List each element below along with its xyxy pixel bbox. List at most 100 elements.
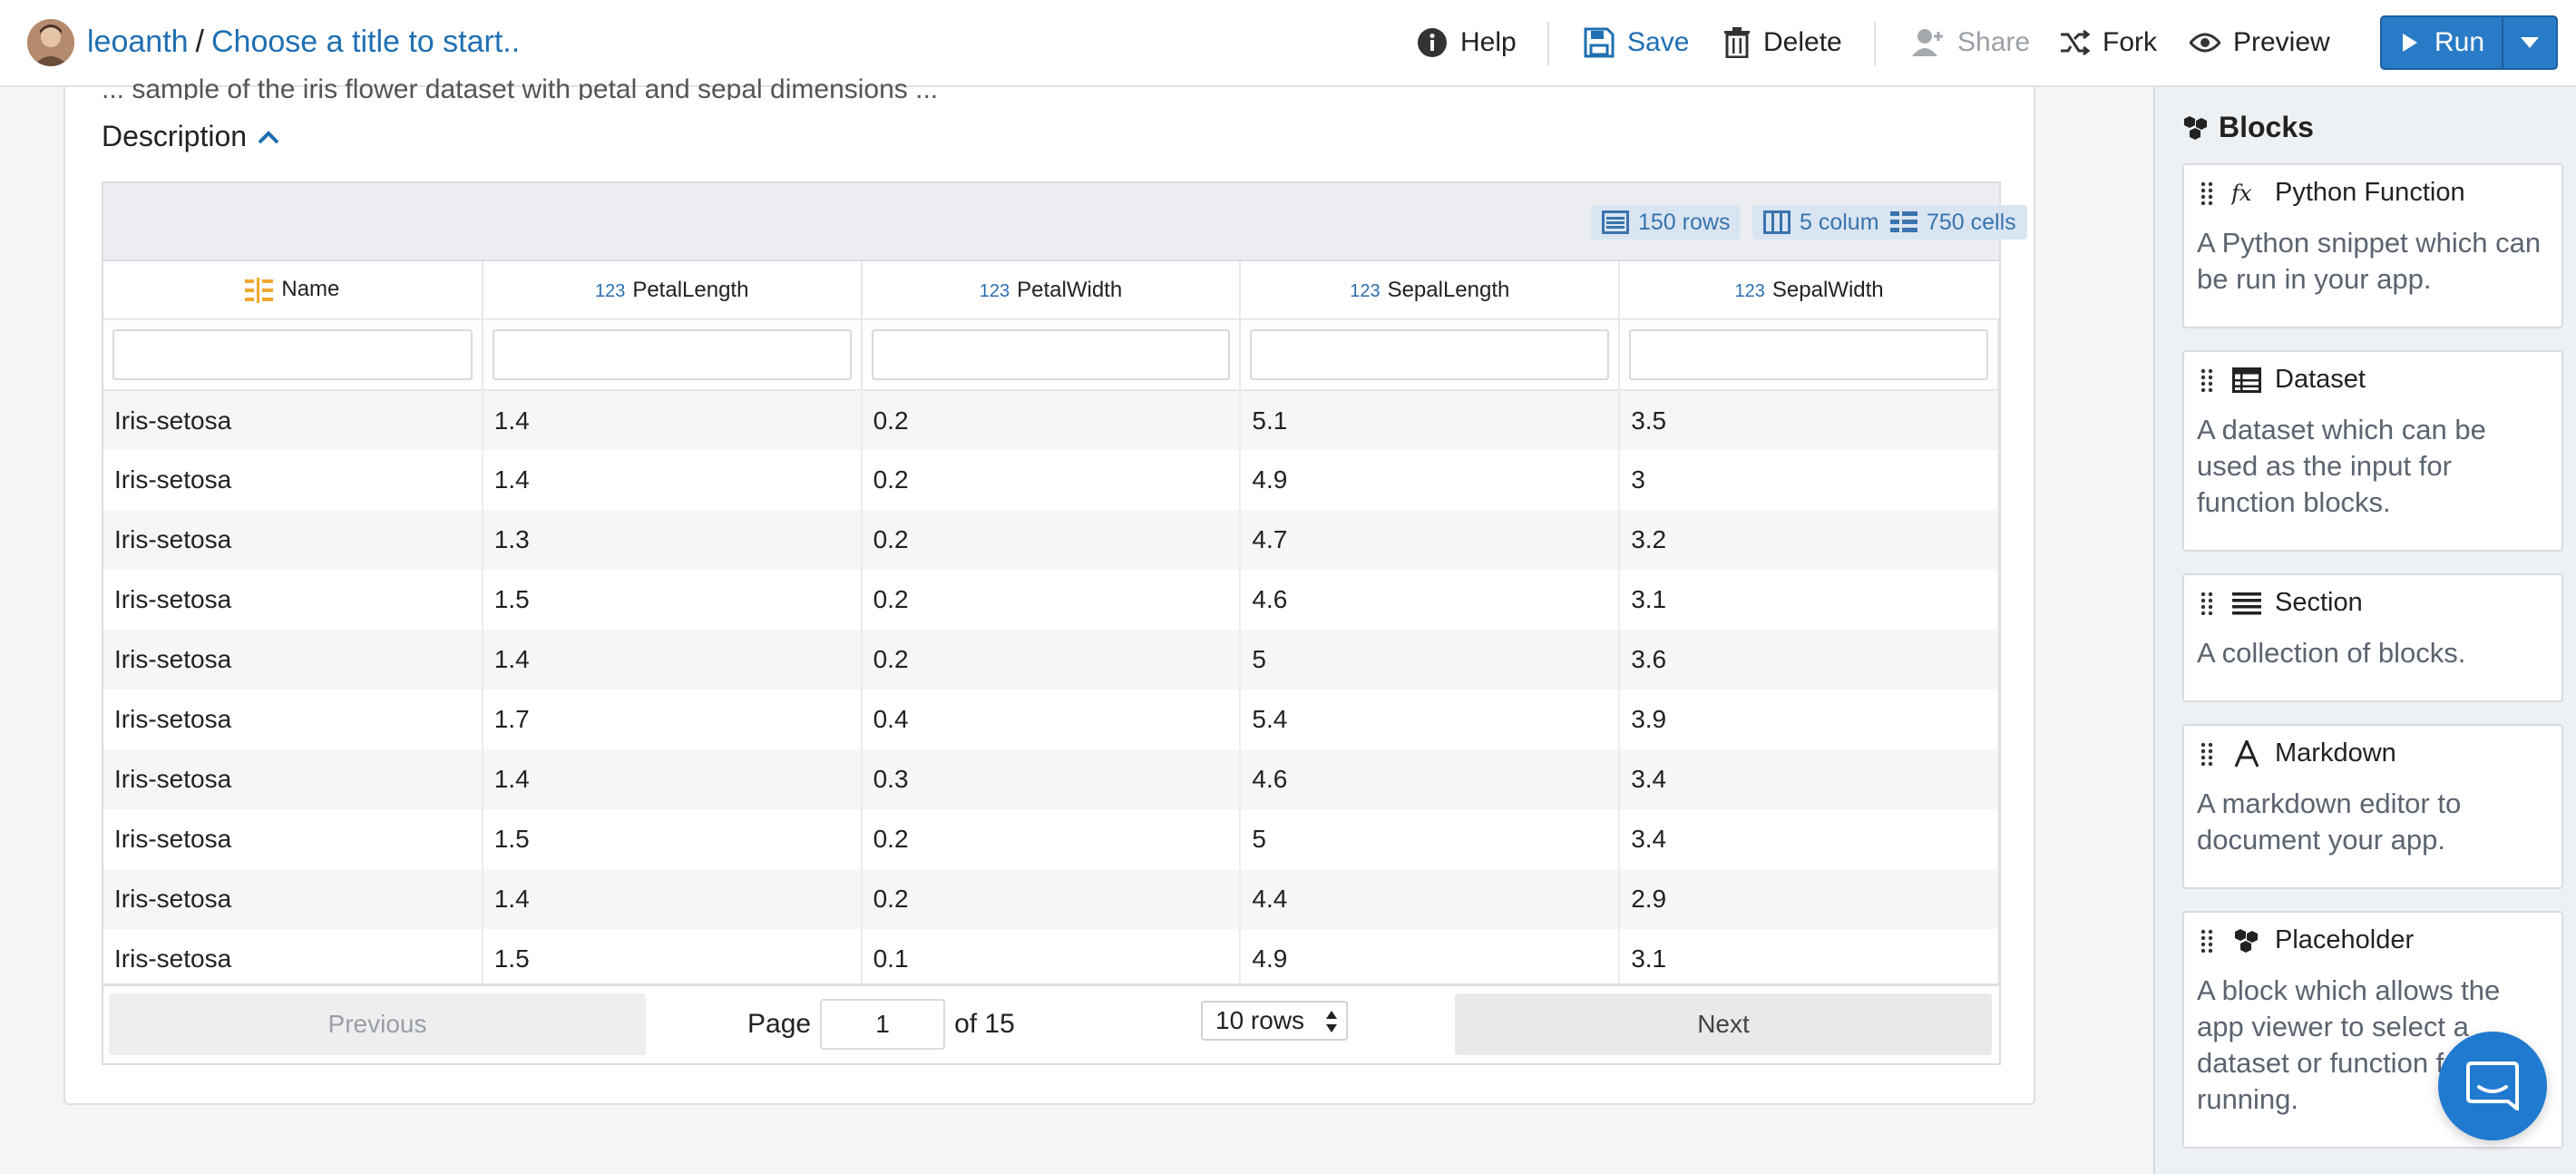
table-cell: Iris-setosa: [103, 510, 483, 570]
sepallength-filter-input[interactable]: [1250, 329, 1610, 380]
table-row: Iris-setosa 1.5 0.2 4.6 3.1: [103, 570, 1999, 630]
table-cell: 1.7: [482, 690, 863, 749]
toolbar-divider: [1874, 22, 1876, 65]
table-cell: Iris-setosa: [103, 749, 483, 809]
page-number-input[interactable]: 1: [820, 999, 946, 1050]
filter-cell: [482, 319, 863, 391]
table-cell: 3.2: [1619, 510, 1999, 570]
number-type-icon: 123: [1734, 280, 1765, 301]
column-header-sepalwidth[interactable]: 123 SepalWidth: [1619, 261, 1998, 320]
block-header: Dataset: [2200, 365, 2366, 395]
rows-per-page-value: 10 rows: [1215, 1006, 1305, 1034]
help-button[interactable]: Help: [1417, 20, 1517, 65]
table-row: Iris-setosa 1.3 0.2 4.7 3.2: [103, 510, 1999, 570]
eye-icon: [2190, 32, 2220, 54]
run-options-dropdown[interactable]: [2503, 37, 2556, 48]
table-cell: 3.6: [1619, 630, 1999, 690]
dataset-block-card: ... sample of the iris flower dataset wi…: [63, 74, 2035, 1105]
trash-icon: [1723, 27, 1751, 58]
block-python-function[interactable]: fx Python Function A Python snippet whic…: [2182, 163, 2563, 328]
share-button[interactable]: Share: [1912, 20, 2030, 65]
block-name: Markdown: [2275, 739, 2396, 768]
table-cell: 1.5: [482, 809, 863, 869]
table-cell: Iris-setosa: [103, 690, 483, 749]
column-header-petallength[interactable]: 123 PetalLength: [482, 261, 863, 320]
description-toggle[interactable]: Description: [102, 120, 279, 153]
help-label: Help: [1460, 27, 1517, 57]
drag-handle-icon[interactable]: [2200, 929, 2213, 953]
user-avatar[interactable]: [27, 19, 74, 66]
rows-per-page-select[interactable]: 10 rows: [1201, 1001, 1348, 1041]
rows-icon: [1602, 210, 1629, 234]
column-header-label: SepalLength: [1387, 277, 1510, 302]
block-description: A markdown editor to document your app.: [2197, 788, 2462, 856]
fork-icon: [2059, 29, 2090, 56]
drag-handle-icon[interactable]: [2200, 592, 2213, 615]
block-name: Placeholder: [2275, 925, 2415, 954]
block-markdown[interactable]: Markdown A markdown editor to document y…: [2182, 724, 2563, 889]
table-cell: 5: [1240, 630, 1621, 690]
blocks-heading: Blocks: [2182, 111, 2314, 144]
drag-handle-icon[interactable]: [2200, 742, 2213, 766]
fork-button[interactable]: Fork: [2059, 20, 2157, 65]
table-cell: Iris-setosa: [103, 630, 483, 690]
run-button[interactable]: Run: [2382, 17, 2503, 68]
table-cell: 0.2: [861, 570, 1242, 630]
preview-button[interactable]: Preview: [2190, 20, 2330, 65]
table-cell: 5: [1240, 809, 1621, 869]
breadcrumb-user-link[interactable]: leoanth: [87, 24, 189, 59]
table-cell: 3.9: [1619, 690, 1999, 749]
table-cell: 4.7: [1240, 510, 1621, 570]
table-cell: Iris-setosa: [103, 390, 483, 450]
run-button-group: Run: [2380, 15, 2558, 70]
table-cell: 0.2: [861, 390, 1242, 450]
next-page-button[interactable]: Next: [1455, 993, 1992, 1055]
cells-icon: [1890, 210, 1917, 234]
chat-support-button[interactable]: [2438, 1032, 2547, 1140]
select-arrows-icon: [1324, 1009, 1339, 1034]
table-cell: 1.5: [482, 570, 863, 630]
block-name: Section: [2275, 588, 2363, 617]
table-cell: 0.2: [861, 450, 1242, 510]
table-cell: 1.5: [482, 929, 863, 989]
table-row: Iris-setosa 1.4 0.2 5.1 3.5: [103, 390, 1999, 450]
page-indicator: Page 1 of 15: [747, 999, 1015, 1050]
table-cell: 4.6: [1240, 749, 1621, 809]
column-header-name[interactable]: Name: [103, 261, 483, 320]
table-row: Iris-setosa 1.4 0.2 5 3.6: [103, 630, 1999, 690]
table-body: Iris-setosa 1.4 0.2 5.1 3.5 Iris-setosa 1.4 0.…: [103, 390, 1999, 989]
save-icon: [1584, 27, 1615, 58]
petallength-filter-input[interactable]: [492, 329, 852, 380]
block-description: A dataset which can be used as the input…: [2197, 414, 2486, 518]
filter-row: [103, 319, 1999, 391]
share-user-icon: [1912, 27, 1945, 58]
number-type-icon: 123: [979, 280, 1010, 301]
previous-page-button[interactable]: Previous: [109, 993, 646, 1055]
table-cell: 4.6: [1240, 570, 1621, 630]
block-section[interactable]: Section A collection of blocks.: [2182, 573, 2563, 702]
column-header-label: PetalWidth: [1017, 277, 1123, 302]
pagination-bar: Previous Page 1 of 15 10 rows Next: [103, 983, 1999, 1063]
number-type-icon: 123: [594, 280, 626, 301]
delete-button[interactable]: Delete: [1723, 20, 1842, 65]
table-cell: 3.4: [1619, 749, 1999, 809]
table-cell: 5.1: [1240, 390, 1621, 450]
cells-count-badge: 750 cells: [1879, 205, 2027, 240]
save-button[interactable]: Save: [1584, 20, 1689, 65]
column-header-sepallength[interactable]: 123 SepalLength: [1240, 261, 1621, 320]
column-header-petalwidth[interactable]: 123 PetalWidth: [861, 261, 1242, 320]
petalwidth-filter-input[interactable]: [871, 329, 1231, 380]
table-cell: 3.1: [1619, 570, 1999, 630]
table-cell: Iris-setosa: [103, 809, 483, 869]
sepalwidth-filter-input[interactable]: [1629, 329, 1988, 380]
caret-down-icon: [2521, 37, 2539, 48]
drag-handle-icon[interactable]: [2200, 368, 2213, 392]
table-row: Iris-setosa 1.5 0.2 5 3.4: [103, 809, 1999, 869]
columns-icon: [1763, 210, 1791, 234]
name-filter-input[interactable]: [112, 329, 473, 380]
block-dataset[interactable]: Dataset A dataset which can be used as t…: [2182, 350, 2563, 552]
app-title-link[interactable]: Choose a title to start..: [211, 24, 520, 59]
delete-label: Delete: [1763, 27, 1842, 57]
cells-count: 750 cells: [1927, 209, 2016, 235]
drag-handle-icon[interactable]: [2200, 181, 2213, 205]
